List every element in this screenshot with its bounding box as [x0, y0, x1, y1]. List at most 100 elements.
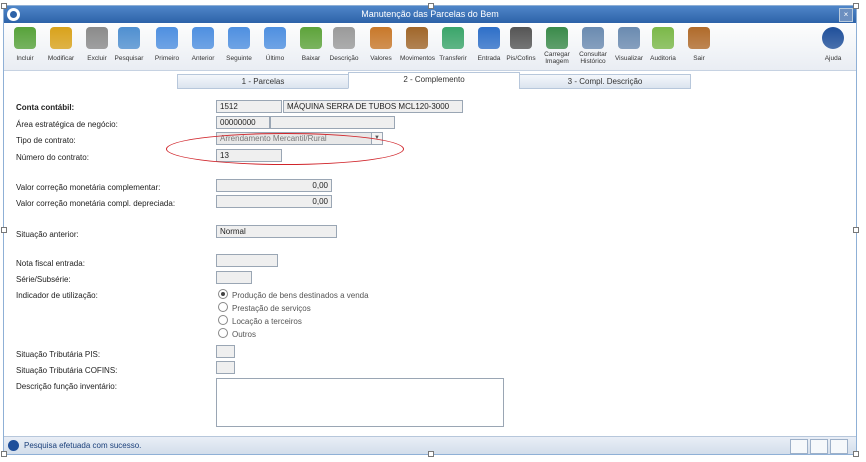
resize-handle[interactable]: [853, 3, 859, 9]
help-icon: [822, 27, 844, 49]
primeiro-button[interactable]: Primeiro: [150, 27, 184, 67]
resize-handle[interactable]: [428, 3, 434, 9]
area-estrategica-code-field[interactable]: 00000000: [216, 116, 270, 129]
seguinte-button[interactable]: Seguinte: [222, 27, 256, 67]
money-bag-icon: [370, 27, 392, 49]
radio-outros[interactable]: Outros: [218, 328, 256, 339]
resize-handle[interactable]: [1, 451, 7, 457]
ultimo-button[interactable]: Último: [258, 27, 292, 67]
window-title: Manutenção das Parcelas do Bem: [361, 9, 499, 19]
sair-label: Sair: [693, 55, 705, 62]
area-estrategica-description-field: [270, 116, 395, 129]
auditoria-button[interactable]: Auditoria: [646, 27, 680, 67]
pis-cofins-button[interactable]: Pis/Cofins: [504, 27, 538, 67]
valor-correcao-complementar-field[interactable]: 0,00: [216, 179, 332, 192]
situacao-pis-field[interactable]: [216, 345, 235, 358]
status-chat-icon[interactable]: [830, 439, 848, 454]
pis-cofins-label: Pis/Cofins: [506, 55, 536, 62]
radio-icon: [218, 302, 228, 312]
radio-locacao-label: Locação a terceiros: [232, 317, 302, 326]
situacao-cofins-label: Situação Tributária COFINS:: [16, 366, 118, 375]
movimentos-label: Movimentos: [400, 55, 436, 62]
description-icon: [333, 27, 355, 49]
baixar-button[interactable]: Baixar: [294, 27, 328, 67]
tab-compl-descricao[interactable]: 3 - Compl. Descrição: [519, 74, 691, 89]
conta-contabil-code-field[interactable]: 1512: [216, 100, 282, 113]
visualizar-button[interactable]: Visualizar: [612, 27, 646, 67]
tab-complemento[interactable]: 2 - Complemento: [348, 72, 520, 89]
movimentos-button[interactable]: Movimentos: [400, 27, 436, 67]
status-info-icon: [8, 440, 19, 451]
modificar-button[interactable]: Modificar: [44, 27, 78, 67]
radio-icon: [218, 328, 228, 338]
ajuda-button[interactable]: Ajuda: [816, 27, 850, 67]
radio-producao[interactable]: Produção de bens destinados a venda: [218, 289, 369, 300]
entry-icon: [478, 27, 500, 49]
baixar-label: Baixar: [301, 55, 321, 62]
resize-handle[interactable]: [853, 451, 859, 457]
pesquisar-label: Pesquisar: [114, 55, 144, 62]
carregar-imagem-button[interactable]: Carregar Imagem: [540, 27, 574, 67]
consultar-historico-button[interactable]: Consultar Histórico: [576, 27, 610, 67]
auditoria-label: Auditoria: [650, 55, 676, 62]
valor-correcao-complementar-label: Valor correção monetária complementar:: [16, 183, 161, 192]
preview-icon: [618, 27, 640, 49]
status-link-icon[interactable]: [790, 439, 808, 454]
descricao-button[interactable]: Descrição: [327, 27, 361, 67]
radio-prestacao-label: Prestação de serviços: [232, 304, 311, 313]
situacao-cofins-field[interactable]: [216, 361, 235, 374]
search-icon: [118, 27, 140, 49]
transferir-label: Transferir: [439, 55, 467, 62]
transferir-button[interactable]: Transferir: [436, 27, 470, 67]
situacao-pis-label: Situação Tributária PIS:: [16, 350, 101, 359]
highlight-annotation: [166, 133, 404, 165]
situacao-anterior-label: Situação anterior:: [16, 230, 79, 239]
resize-handle[interactable]: [1, 3, 7, 9]
resize-handle[interactable]: [853, 227, 859, 233]
download-icon: [300, 27, 322, 49]
conta-contabil-description-field: MÁQUINA SERRA DE TUBOS MCL120-3000: [283, 100, 463, 113]
last-icon: [264, 27, 286, 49]
book-icon: [406, 27, 428, 49]
serie-field[interactable]: [216, 271, 252, 284]
conta-contabil-label: Conta contábil:: [16, 103, 75, 112]
tipo-contrato-label: Tipo de contrato:: [16, 136, 76, 145]
primeiro-label: Primeiro: [154, 55, 180, 62]
close-button[interactable]: ×: [839, 8, 853, 22]
seguinte-label: Seguinte: [226, 55, 252, 62]
descricao-funcao-textarea[interactable]: [216, 378, 504, 427]
audit-icon: [652, 27, 674, 49]
incluir-label: Incluir: [16, 55, 34, 62]
carregar-imagem-label: Carregar Imagem: [544, 51, 570, 65]
tab-strip: 1 - Parcelas 2 - Complemento 3 - Compl. …: [4, 72, 856, 89]
valor-correcao-depreciada-field[interactable]: 0,00: [216, 195, 332, 208]
ultimo-label: Último: [265, 55, 285, 62]
excluir-button[interactable]: Excluir: [80, 27, 114, 67]
radio-prestacao[interactable]: Prestação de serviços: [218, 302, 311, 313]
entrada-button[interactable]: Entrada: [472, 27, 506, 67]
radio-locacao[interactable]: Locação a terceiros: [218, 315, 302, 326]
anterior-button[interactable]: Anterior: [186, 27, 220, 67]
pesquisar-button[interactable]: Pesquisar: [112, 27, 146, 67]
resize-handle[interactable]: [1, 227, 7, 233]
status-print-icon[interactable]: [810, 439, 828, 454]
radio-selected-icon: [218, 289, 228, 299]
valores-label: Valores: [370, 55, 392, 62]
anterior-label: Anterior: [191, 55, 215, 62]
resize-handle[interactable]: [428, 451, 434, 457]
app-window: Manutenção das Parcelas do Bem × Incluir…: [3, 5, 857, 455]
valores-button[interactable]: Valores: [364, 27, 398, 67]
tab-parcelas[interactable]: 1 - Parcelas: [177, 74, 349, 89]
incluir-button[interactable]: Incluir: [8, 27, 42, 67]
nota-fiscal-field[interactable]: [216, 254, 278, 267]
complemento-form: Conta contábil: 1512 MÁQUINA SERRA DE TU…: [4, 90, 856, 436]
entrada-label: Entrada: [477, 55, 501, 62]
sair-button[interactable]: Sair: [682, 27, 716, 67]
excluir-label: Excluir: [87, 55, 107, 62]
edit-icon: [50, 27, 72, 49]
image-icon: [546, 27, 568, 49]
calendar-icon: [510, 27, 532, 49]
radio-producao-label: Produção de bens destinados a venda: [232, 291, 369, 300]
serie-label: Série/Subsérie:: [16, 275, 71, 284]
area-estrategica-label: Área estratégica de negócio:: [16, 120, 118, 129]
